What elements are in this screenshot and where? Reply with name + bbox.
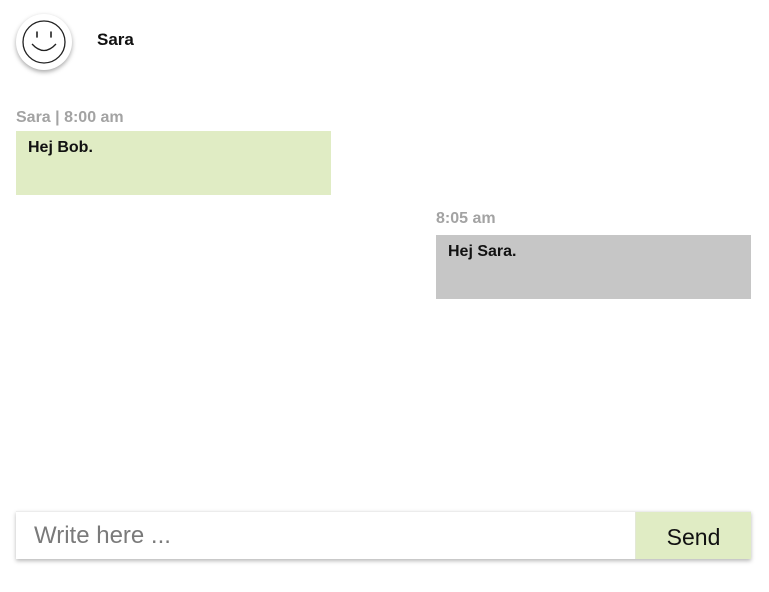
message-meta-outgoing: 8:05 am	[436, 210, 496, 227]
message-input[interactable]	[16, 512, 635, 559]
message-text: Hej Bob.	[28, 139, 93, 156]
send-button[interactable]: Send	[635, 512, 751, 559]
message-bubble-outgoing: Hej Sara.	[436, 235, 751, 299]
chat-header: Sara	[16, 14, 134, 70]
contact-name: Sara	[97, 30, 134, 49]
message-composer: Send	[16, 511, 751, 559]
message-bubble-incoming: Hej Bob.	[16, 131, 331, 195]
message-meta-incoming: Sara | 8:00 am	[16, 109, 124, 126]
smiley-face-icon	[22, 20, 66, 64]
avatar[interactable]	[16, 14, 72, 70]
message-text: Hej Sara.	[448, 243, 517, 260]
